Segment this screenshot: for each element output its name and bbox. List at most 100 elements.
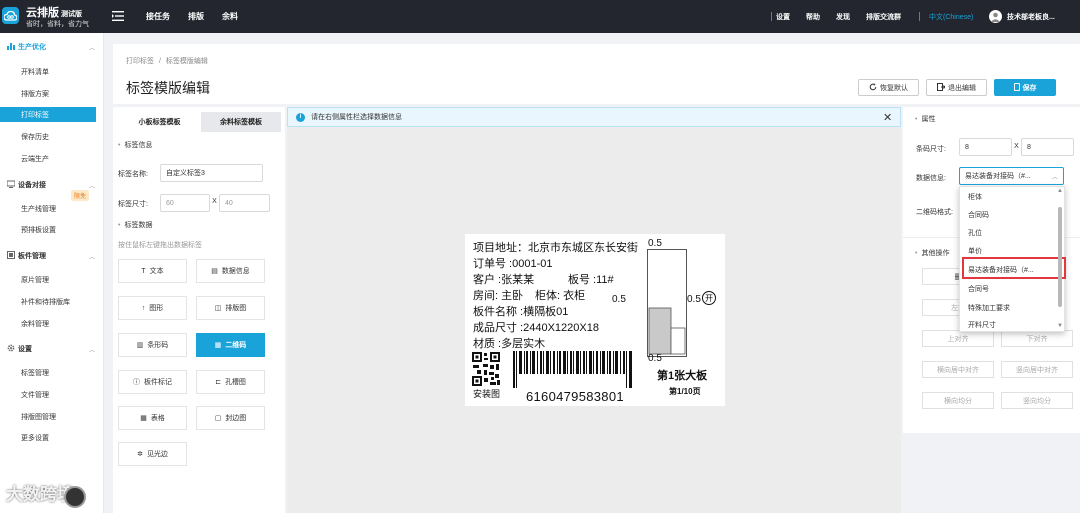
dropdown-option-hole[interactable]: 孔位	[968, 228, 982, 238]
tab-leftover-template[interactable]: 余料标签模板	[201, 112, 281, 132]
sidebar-item-history[interactable]: 保存历史	[21, 132, 49, 142]
label-size[interactable]: 成品尺寸 :2440X1220X18	[473, 319, 599, 335]
nav-settings[interactable]: 设置	[776, 12, 790, 22]
cloud-logo-icon	[2, 7, 19, 24]
dropdown-option-cut-size[interactable]: 开料尺寸	[968, 320, 996, 330]
label-preview[interactable]: 项目地址：北京市东城区东长安街 订单号 :0001-01 客户 :张某某 板号 …	[465, 234, 725, 406]
user-name[interactable]: 技术部老板良...	[1007, 12, 1055, 22]
sidebar-item-more-settings[interactable]: 更多设置	[21, 433, 49, 443]
label-width-input[interactable]: 60	[160, 194, 210, 212]
code-height-input[interactable]: 8	[1021, 138, 1074, 156]
tool-edge-diagram[interactable]: ▢ 封边图	[196, 406, 265, 430]
sidebar-item-leftover[interactable]: 余料管理	[21, 319, 49, 329]
nav-discover[interactable]: 发现	[836, 12, 850, 22]
sidebar-group-settings[interactable]: 设置	[7, 344, 32, 354]
sidebar-item-cutting-list[interactable]: 开料清单	[21, 67, 49, 77]
label-material[interactable]: 材质 :多层实木	[473, 335, 545, 351]
data-info-select[interactable]: 易达装备对接码（#... ︿	[959, 167, 1064, 185]
scroll-up-icon[interactable]: ▲	[1057, 188, 1063, 194]
barcode[interactable]	[513, 351, 633, 388]
tab-small-board-template[interactable]: 小板标签模板	[118, 112, 201, 132]
breadcrumb-root[interactable]: 打印标签	[126, 58, 154, 65]
sidebar-item-layout-plan[interactable]: 排版方案	[21, 89, 49, 99]
tool-visible-edge[interactable]: ✲ 见光边	[118, 442, 187, 466]
page-indicator[interactable]: 第1/10页	[669, 386, 701, 397]
label-room[interactable]: 房间: 主卧	[473, 287, 523, 303]
sidebar-item-supplement[interactable]: 补件和待排版库	[21, 297, 70, 307]
align-hcenter-button[interactable]: 横向居中对齐	[922, 361, 994, 378]
avatar[interactable]	[989, 10, 1002, 23]
app-slogan: 省时，省料，省力气	[26, 21, 89, 28]
language-switch[interactable]: 中文(Chinese)	[929, 12, 973, 22]
save-button[interactable]: 保存	[994, 79, 1056, 96]
label-name-input[interactable]: 自定义标签3	[160, 164, 263, 182]
install-diagram-label[interactable]: 安装图	[473, 387, 500, 400]
big-board-title[interactable]: 第1张大板	[657, 367, 707, 383]
menu-collapse-icon[interactable]	[112, 11, 124, 21]
nav-layout[interactable]: 排版	[188, 11, 204, 22]
align-top-button[interactable]: 上对齐	[922, 330, 994, 347]
align-vcenter-button[interactable]: 竖向居中对齐	[1001, 361, 1073, 378]
restore-default-button[interactable]: 恢复默认	[858, 79, 919, 96]
dropdown-option-contract-no[interactable]: 合同号	[968, 284, 989, 294]
qr-code[interactable]	[472, 352, 500, 386]
tool-layout-image[interactable]: ◫ 排版图	[196, 296, 265, 320]
label-height-input[interactable]: 40	[219, 194, 270, 212]
info-icon: i	[296, 112, 305, 122]
drag-hint: 按住鼠标左键拖出数据标签	[118, 242, 202, 249]
label-address[interactable]: 项目地址：北京市东城区东长安街	[473, 239, 638, 255]
tool-part-mark[interactable]: ⓘ 板件标记	[118, 370, 187, 394]
exit-icon	[937, 82, 946, 93]
tool-qrcode[interactable]: ▦ 二维码	[196, 333, 265, 357]
tool-text[interactable]: T 文本	[118, 259, 187, 283]
chevron-up-icon: ︿	[1051, 174, 1058, 181]
dropdown-option-yida-code[interactable]: 易达装备对接码（#...	[968, 265, 1034, 275]
sidebar-item-file-manage[interactable]: 文件管理	[21, 390, 49, 400]
sidebar-group-devices[interactable]: 设备对接	[6, 180, 46, 190]
label-board-no[interactable]: 板号 :11#	[568, 271, 614, 287]
sun-icon: ✲	[137, 451, 143, 458]
tool-hole-diagram[interactable]: ⊏ 孔槽图	[196, 370, 265, 394]
code-width-input[interactable]: 8	[959, 138, 1012, 156]
sidebar-item-production-line[interactable]: 生产线管理	[21, 204, 56, 214]
dropdown-option-contract-code[interactable]: 合同码	[968, 210, 989, 220]
distribute-vertical-button[interactable]: 竖向均分	[1001, 392, 1073, 409]
tool-shape[interactable]: ↑ 图形	[118, 296, 187, 320]
close-icon[interactable]: ✕	[883, 111, 892, 124]
label-customer[interactable]: 客户 :张某某	[473, 271, 534, 287]
part-diagram[interactable]	[647, 249, 687, 357]
sidebar-item-label-manage[interactable]: 标签管理	[21, 368, 49, 378]
dropdown-option-special-process[interactable]: 特殊加工要求	[968, 303, 1010, 313]
data-info-dropdown: 柜体 合同码 孔位 单价 易达装备对接码（#... 合同号 特殊加工要求 开料尺…	[959, 186, 1066, 332]
tool-table[interactable]: ▦ 表格	[118, 406, 187, 430]
scroll-down-icon[interactable]: ▼	[1057, 323, 1063, 329]
nav-leftover[interactable]: 余料	[222, 11, 238, 22]
sidebar-group-boards[interactable]: 板件管理	[7, 251, 46, 261]
section-properties: • 属性	[915, 116, 936, 123]
tool-barcode[interactable]: ▥ 条形码	[118, 333, 187, 357]
nav-help[interactable]: 帮助	[806, 12, 820, 22]
align-bottom-button[interactable]: 下对齐	[1001, 330, 1073, 347]
dropdown-option-unit-price[interactable]: 单价	[968, 246, 982, 256]
sidebar-item-raw-boards[interactable]: 原片管理	[21, 275, 49, 285]
sidebar-group-production[interactable]: 生产优化	[7, 42, 46, 52]
board-icon	[7, 251, 15, 261]
nav-tasks[interactable]: 接任务	[146, 11, 170, 22]
label-order[interactable]: 订单号 :0001-01	[473, 255, 552, 271]
sidebar-item-pre-layout[interactable]: 预排板设置	[21, 225, 56, 235]
label-part-name[interactable]: 板件名称 :横隔板01	[473, 303, 568, 319]
sidebar-item-layout-manage[interactable]: 排版图管理	[21, 412, 56, 422]
label-size-caption: 标签尺寸:	[118, 201, 148, 208]
page-header: 打印标签 / 标签模版编辑 标签模版编辑 恢复默认 退出编辑 保存	[113, 44, 1080, 104]
exit-edit-button[interactable]: 退出编辑	[926, 79, 987, 96]
refresh-icon	[869, 82, 877, 93]
sidebar-item-cloud-production[interactable]: 云端生产	[21, 154, 49, 164]
dropdown-scrollbar[interactable]	[1058, 207, 1062, 307]
sidebar-item-print-label[interactable]: 打印标签	[0, 107, 96, 122]
tool-data-info[interactable]: ▤ 数据信息	[196, 259, 265, 283]
dropdown-option-cabinet[interactable]: 柜体	[968, 192, 982, 202]
nav-community[interactable]: 排版交流群	[866, 12, 901, 22]
label-cabinet[interactable]: 柜体: 衣柜	[535, 287, 585, 303]
distribute-horizontal-button[interactable]: 横向均分	[922, 392, 994, 409]
open-mark: 开	[702, 291, 716, 305]
